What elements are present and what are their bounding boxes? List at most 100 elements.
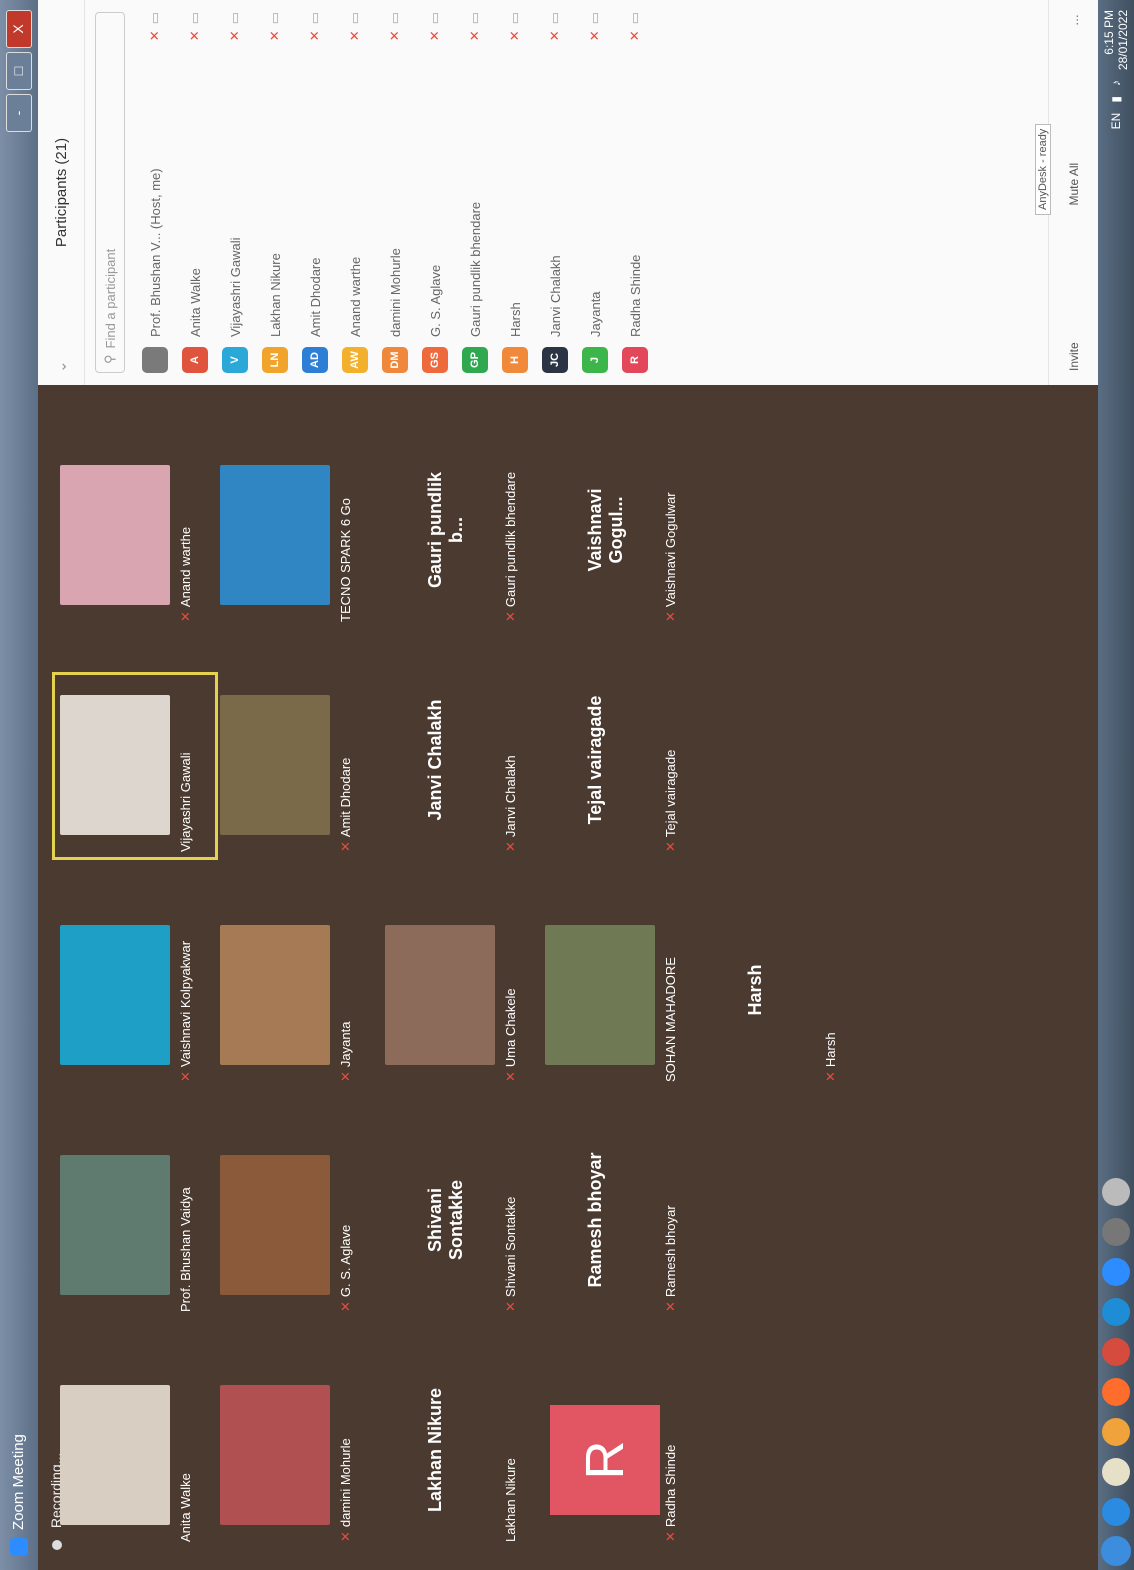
- chrome-icon[interactable]: [1102, 1338, 1130, 1366]
- volume-icon[interactable]: ♪: [1109, 80, 1123, 86]
- participant-row[interactable]: GS G. S. Aglave ✕ ▭: [415, 0, 455, 385]
- mic-muted-icon[interactable]: ✕: [267, 30, 283, 41]
- video-tile[interactable]: ✕ damini Mohurle: [220, 1365, 365, 1550]
- participant-row[interactable]: AD Amit Dhodare ✕ ▭: [295, 0, 335, 385]
- anydesk-tooltip: AnyDesk - ready: [1035, 123, 1051, 215]
- edge-icon[interactable]: [1102, 1298, 1130, 1326]
- zoom-app-icon: [10, 1538, 28, 1556]
- participant-avatar: R: [622, 347, 648, 373]
- video-camera-icon[interactable]: ▭: [507, 12, 523, 24]
- mic-muted-icon[interactable]: ✕: [467, 30, 483, 41]
- search-input[interactable]: Find a participant: [103, 249, 118, 349]
- video-camera-icon[interactable]: ▭: [467, 12, 483, 24]
- invite-button[interactable]: Invite: [1067, 342, 1081, 371]
- mic-muted-icon[interactable]: ✕: [147, 30, 163, 41]
- firefox-icon[interactable]: [1102, 1418, 1130, 1446]
- start-button[interactable]: [1101, 1536, 1131, 1566]
- participant-row[interactable]: A Anita Walke ✕ ▭: [175, 0, 215, 385]
- video-tile[interactable]: Vijayashri Gawali: [52, 672, 218, 860]
- zoom-icon[interactable]: [1102, 1258, 1130, 1286]
- video-tile[interactable]: Harsh ✕ Harsh: [705, 905, 850, 1090]
- video-tile[interactable]: Janvi Chalakh ✕ Janvi Chalakh: [385, 675, 530, 860]
- video-tile[interactable]: ✕ Anand warthe: [60, 445, 205, 630]
- participant-video: [385, 925, 495, 1065]
- video-tile[interactable]: Shivani Sontakke ✕ Shivani Sontakke: [385, 1135, 530, 1320]
- search-icon: ⚲: [102, 354, 117, 364]
- participant-name: Anita Walke: [187, 268, 203, 337]
- video-tile[interactable]: TECNO SPARK 6 Go: [220, 445, 365, 630]
- more-button[interactable]: …: [1067, 14, 1081, 26]
- files-icon[interactable]: [1102, 1458, 1130, 1486]
- participant-name: Anand warthe: [178, 526, 193, 608]
- mic-muted-icon[interactable]: ✕: [187, 30, 203, 41]
- mic-muted-icon[interactable]: ✕: [547, 30, 563, 41]
- participant-row[interactable]: V Vijayashri Gawali ✕ ▭: [215, 0, 255, 385]
- network-icon[interactable]: ▮: [1109, 96, 1123, 103]
- language-indicator[interactable]: EN: [1109, 113, 1123, 130]
- mute-all-button[interactable]: Mute All: [1067, 163, 1081, 206]
- video-camera-icon[interactable]: ▭: [347, 12, 363, 24]
- ie-icon[interactable]: [1102, 1498, 1130, 1526]
- participant-row[interactable]: LN Lakhan Nikure ✕ ▭: [255, 0, 295, 385]
- video-camera-icon[interactable]: ▭: [627, 12, 643, 24]
- video-tile[interactable]: R ✕ Radha Shinde: [545, 1365, 690, 1550]
- video-tile[interactable]: Vaishnavi Gogul... ✕ Vaishnavi Gogulwar: [545, 445, 690, 630]
- mic-muted-icon[interactable]: ✕: [227, 30, 243, 41]
- video-camera-icon[interactable]: ▭: [587, 12, 603, 24]
- participant-avatar: DM: [382, 347, 408, 373]
- video-tile[interactable]: Prof. Bhushan Vaidya: [60, 1135, 205, 1320]
- video-tile[interactable]: Lakhan Nikure Lakhan Nikure: [385, 1365, 530, 1550]
- mic-muted-icon[interactable]: ✕: [387, 30, 403, 41]
- video-tile[interactable]: Tejal vairagade ✕ Tejal vairagade: [545, 675, 690, 860]
- mic-muted-icon[interactable]: ✕: [587, 30, 603, 41]
- participant-name-label: ✕ Janvi Chalakh: [503, 755, 519, 852]
- minimize-button[interactable]: -: [6, 94, 32, 132]
- video-camera-icon[interactable]: ▭: [147, 12, 163, 24]
- video-tile[interactable]: Ramesh bhoyar ✕ Ramesh bhoyar: [545, 1135, 690, 1320]
- participant-avatar: V: [222, 347, 248, 373]
- video-camera-icon[interactable]: ▭: [547, 12, 563, 24]
- maximize-button[interactable]: □: [6, 52, 32, 90]
- video-tile[interactable]: ✕ Amit Dhodare: [220, 675, 365, 860]
- mic-muted-icon[interactable]: ✕: [307, 30, 323, 41]
- mic-muted-icon[interactable]: ✕: [427, 30, 443, 41]
- participant-avatar: H: [502, 347, 528, 373]
- chevron-down-icon[interactable]: ⌄: [52, 360, 70, 373]
- participant-name-label: ✕ Anand warthe: [178, 527, 194, 622]
- video-camera-icon[interactable]: ▭: [387, 12, 403, 24]
- search-tool-icon[interactable]: [1102, 1178, 1130, 1206]
- participant-row[interactable]: J Jayanta ✕ ▭: [575, 0, 615, 385]
- video-camera-icon[interactable]: ▭: [187, 12, 203, 24]
- close-button[interactable]: X: [6, 10, 32, 48]
- clock[interactable]: 6:15 PM 28/01/2022: [1102, 10, 1130, 70]
- video-tile[interactable]: Gauri pundlik b... ✕ Gauri pundlik bhendar…: [385, 445, 530, 630]
- video-tile[interactable]: ✕ Uma Chakele: [385, 905, 530, 1090]
- video-tile[interactable]: SOHAN MAHADORE: [545, 905, 690, 1090]
- mic-muted-icon[interactable]: ✕: [627, 30, 643, 41]
- camera-icon[interactable]: [1102, 1218, 1130, 1246]
- participant-row[interactable]: H Harsh ✕ ▭: [495, 0, 535, 385]
- participant-row[interactable]: AW Anand warthe ✕ ▭: [335, 0, 375, 385]
- video-camera-icon[interactable]: ▭: [227, 12, 243, 24]
- window-title: Zoom Meeting: [10, 1434, 27, 1530]
- participant-name-label: ✕ Gauri pundlik bhendare: [503, 472, 519, 622]
- participant-row[interactable]: JC Janvi Chalakh ✕ ▭: [535, 0, 575, 385]
- video-camera-icon[interactable]: ▭: [427, 12, 443, 24]
- participant-name: damini Mohurle: [338, 1438, 353, 1528]
- video-tile[interactable]: ✕ G. S. Aglave: [220, 1135, 365, 1320]
- mic-muted-icon[interactable]: ✕: [347, 30, 363, 41]
- video-tile[interactable]: Anita Walke: [60, 1365, 205, 1550]
- participant-search[interactable]: ⚲ Find a participant: [95, 12, 125, 373]
- video-camera-icon[interactable]: ▭: [267, 12, 283, 24]
- video-tile[interactable]: ✕ Vaishnavi Kolpyakwar: [60, 905, 205, 1090]
- participant-row[interactable]: R Radha Shinde ✕ ▭: [615, 0, 655, 385]
- participant-row[interactable]: GP Gauri pundlik bhendare ✕ ▭: [455, 0, 495, 385]
- participant-avatar: R: [550, 1405, 660, 1515]
- media-icon[interactable]: [1102, 1378, 1130, 1406]
- participant-row[interactable]: DM damini Mohurle ✕ ▭: [375, 0, 415, 385]
- participant-row[interactable]: Prof. Bhushan V... (Host, me) ✕ ▭: [135, 0, 175, 385]
- participant-name: Jayanta: [587, 291, 603, 337]
- mic-muted-icon[interactable]: ✕: [507, 30, 523, 41]
- video-tile[interactable]: ✕ Jayanta: [220, 905, 365, 1090]
- video-camera-icon[interactable]: ▭: [307, 12, 323, 24]
